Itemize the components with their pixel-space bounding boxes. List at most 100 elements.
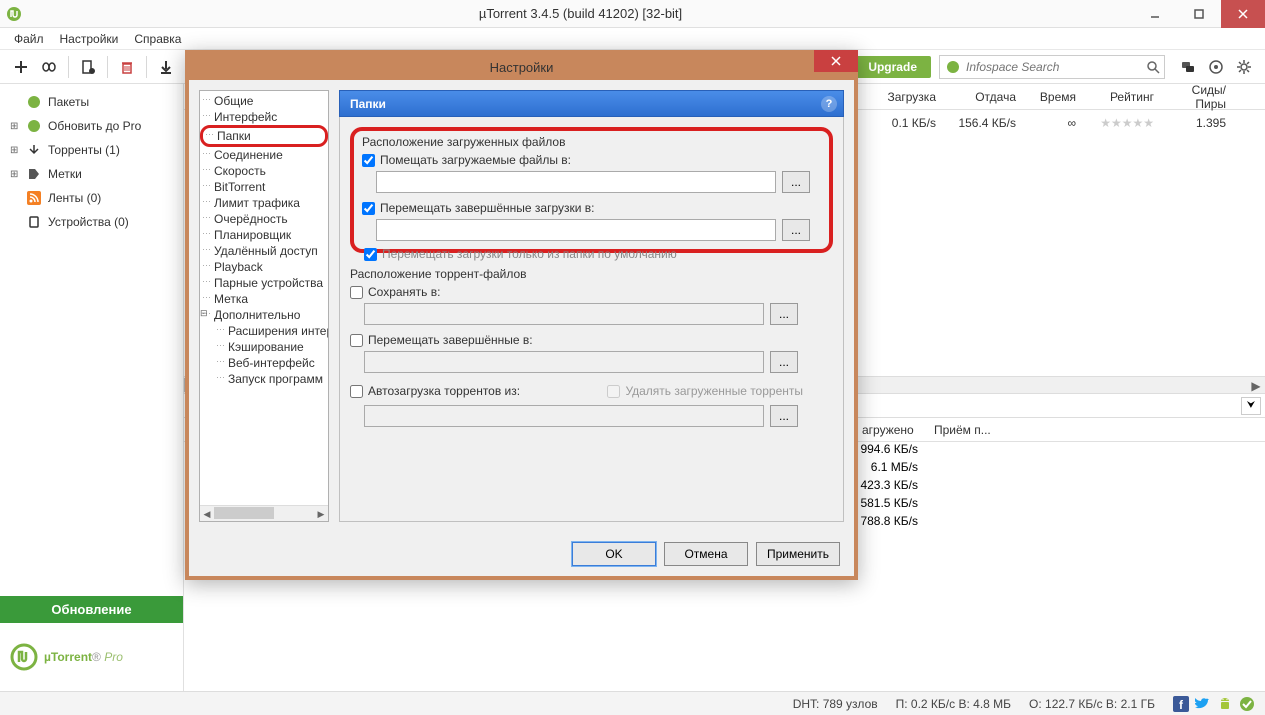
sidebar-item-feeds[interactable]: Ленты (0) [4,186,179,210]
dialog-close-button[interactable] [814,50,858,72]
tree-queue[interactable]: Очерёдность [200,211,328,227]
cell-upload: 156.4 КБ/s [944,116,1024,130]
input-move-completed-torrents-path [364,351,764,373]
cell-download: 0.1 КБ/s [864,116,944,130]
dialog-titlebar: Настройки [189,54,854,80]
tree-scheduler[interactable]: Планировщик [200,227,328,243]
tree-scrollbar[interactable]: ◀▶ [200,505,328,521]
apply-button[interactable]: Применить [756,542,840,566]
search-box[interactable] [939,55,1165,79]
upgrade-button[interactable]: Upgrade [854,56,931,78]
chk-delete-loaded [607,385,620,398]
sidebar-item-upgrade-pro[interactable]: ⊞ Обновить до Pro [4,114,179,138]
menu-settings[interactable]: Настройки [52,30,127,48]
detail-value: 788.8 КБ/s [854,514,926,532]
tree-adv-ext[interactable]: Расширения интерфейса [200,323,328,339]
menu-file[interactable]: Файл [6,30,52,48]
maximize-button[interactable] [1177,0,1221,28]
tree-adv-run[interactable]: Запуск программ [200,371,328,387]
detail-value: 423.3 КБ/s [854,478,926,496]
help-icon[interactable]: ? [821,96,837,112]
add-url-icon[interactable] [36,54,62,80]
tree-adv-web[interactable]: Веб-интерфейс [200,355,328,371]
tree-label[interactable]: Метка [200,291,328,307]
sidebar-item-label: Обновить до Pro [48,119,141,133]
input-completed-path[interactable] [376,219,776,241]
app-icon [0,0,28,28]
sidebar-item-label: Метки [48,167,82,181]
sidebar-item-label: Пакеты [48,95,89,109]
chk-label: Автозагрузка торрентов из: [368,384,520,398]
tree-general[interactable]: Общие [200,93,328,109]
device-icon [26,214,42,230]
start-download-icon[interactable] [153,54,179,80]
browse-autoload-button[interactable]: ... [770,405,798,427]
detail-col-downloaded[interactable]: агружено [854,423,926,437]
sidebar-item-labels[interactable]: ⊞ Метки [4,162,179,186]
status-ok-icon[interactable] [1239,696,1255,712]
minimize-button[interactable] [1133,0,1177,28]
chk-save-torrents-in[interactable] [350,286,363,299]
panel-body: Расположение загруженных файлов Помещать… [339,117,844,522]
cell-rating: ★★★★★ [1084,116,1162,130]
col-download[interactable]: Загрузка [864,90,944,104]
col-rating[interactable]: Рейтинг [1084,90,1162,104]
add-torrent-icon[interactable] [8,54,34,80]
section-torrent-files-location: Расположение торрент-файлов [350,267,833,281]
package-icon [26,94,42,110]
create-torrent-icon[interactable] [75,54,101,80]
update-button[interactable]: Обновление [0,596,183,623]
tree-paired[interactable]: Парные устройства [200,275,328,291]
tree-connection[interactable]: Соединение [200,147,328,163]
ok-button[interactable]: OK [572,542,656,566]
menubar: Файл Настройки Справка [0,28,1265,50]
scroll-right-icon[interactable]: ▶ [1247,377,1265,395]
twitter-icon[interactable] [1195,696,1211,712]
tree-remote[interactable]: Удалённый доступ [200,243,328,259]
android-icon[interactable] [1217,696,1233,712]
chk-autoload-torrents[interactable] [350,385,363,398]
highlighted-section: Расположение загруженных файлов Помещать… [350,127,833,253]
search-icon[interactable] [1146,60,1160,74]
chk-move-default-only[interactable] [364,248,377,261]
tree-advanced[interactable]: Дополнительно [200,307,328,323]
collapse-detail-icon[interactable]: ⮟ [1241,397,1261,415]
chat-icon[interactable] [1175,54,1201,80]
tree-speed[interactable]: Скорость [200,163,328,179]
window-title: µTorrent 3.4.5 (build 41202) [32-bit] [28,6,1133,21]
facebook-icon[interactable]: f [1173,696,1189,712]
tree-adv-cache[interactable]: Кэширование [200,339,328,355]
browse-move-completed-torrents-button[interactable]: ... [770,351,798,373]
sidebar-item-label: Устройства (0) [48,215,129,229]
sidebar-item-devices[interactable]: Устройства (0) [4,210,179,234]
tree-interface[interactable]: Интерфейс [200,109,328,125]
settings-gear-icon[interactable] [1231,54,1257,80]
chk-put-downloads-in[interactable] [362,154,375,167]
detail-col-receive[interactable]: Приём п... [926,423,1006,437]
col-upload[interactable]: Отдача [944,90,1024,104]
delete-icon[interactable] [114,54,140,80]
tree-playback[interactable]: Playback [200,259,328,275]
browse-save-torrents-button[interactable]: ... [770,303,798,325]
browse-downloads-button[interactable]: ... [782,171,810,193]
browse-completed-button[interactable]: ... [782,219,810,241]
tree-bandwidth[interactable]: Лимит трафика [200,195,328,211]
remote-icon[interactable] [1203,54,1229,80]
settings-tree[interactable]: Общие Интерфейс Папки Соединение Скорост… [199,90,329,522]
tree-folders[interactable]: Папки [200,125,328,147]
sidebar-item-torrents[interactable]: ⊞ Торренты (1) [4,138,179,162]
col-time[interactable]: Время [1024,90,1084,104]
sidebar-item-packages[interactable]: Пакеты [4,90,179,114]
chk-move-completed[interactable] [362,202,375,215]
search-input[interactable] [966,60,1146,74]
close-button[interactable] [1221,0,1265,28]
detail-value: 994.6 КБ/s [854,442,926,460]
cancel-button[interactable]: Отмена [664,542,748,566]
rss-icon [26,190,42,206]
settings-dialog: Настройки Общие Интерфейс Папки Соединен… [185,50,858,580]
col-peers[interactable]: Сиды/Пиры [1162,83,1234,111]
menu-help[interactable]: Справка [126,30,189,48]
chk-move-completed-torrents[interactable] [350,334,363,347]
input-downloads-path[interactable] [376,171,776,193]
tree-bittorrent[interactable]: BitTorrent [200,179,328,195]
